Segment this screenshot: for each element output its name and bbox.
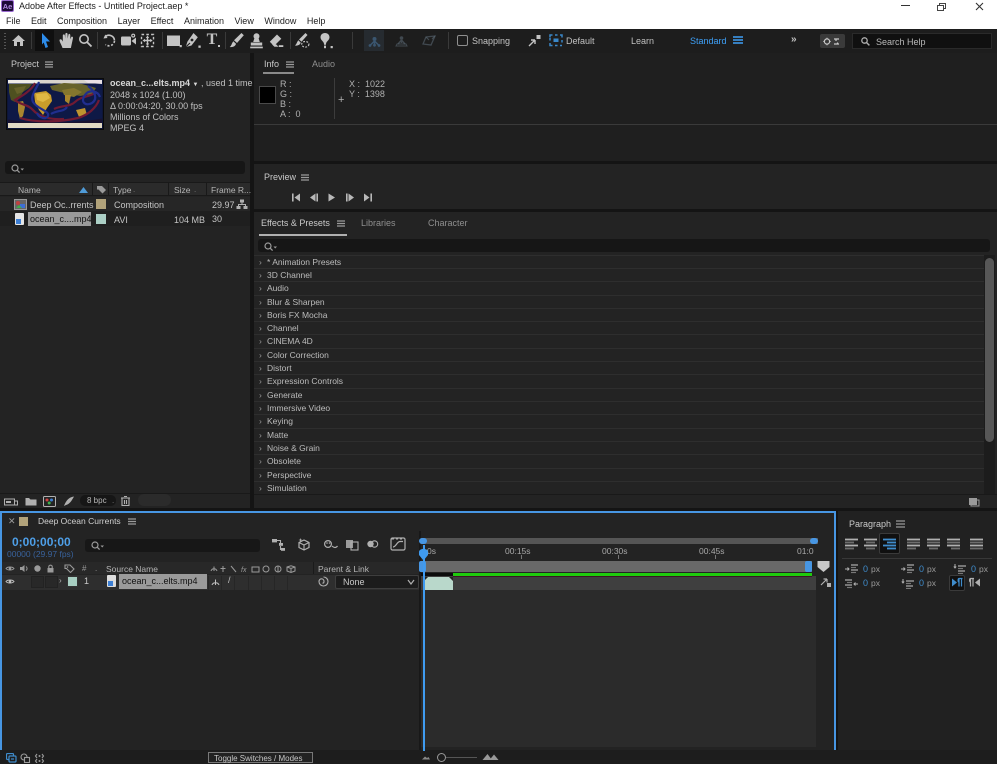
svg-text:fx: fx xyxy=(241,567,247,574)
